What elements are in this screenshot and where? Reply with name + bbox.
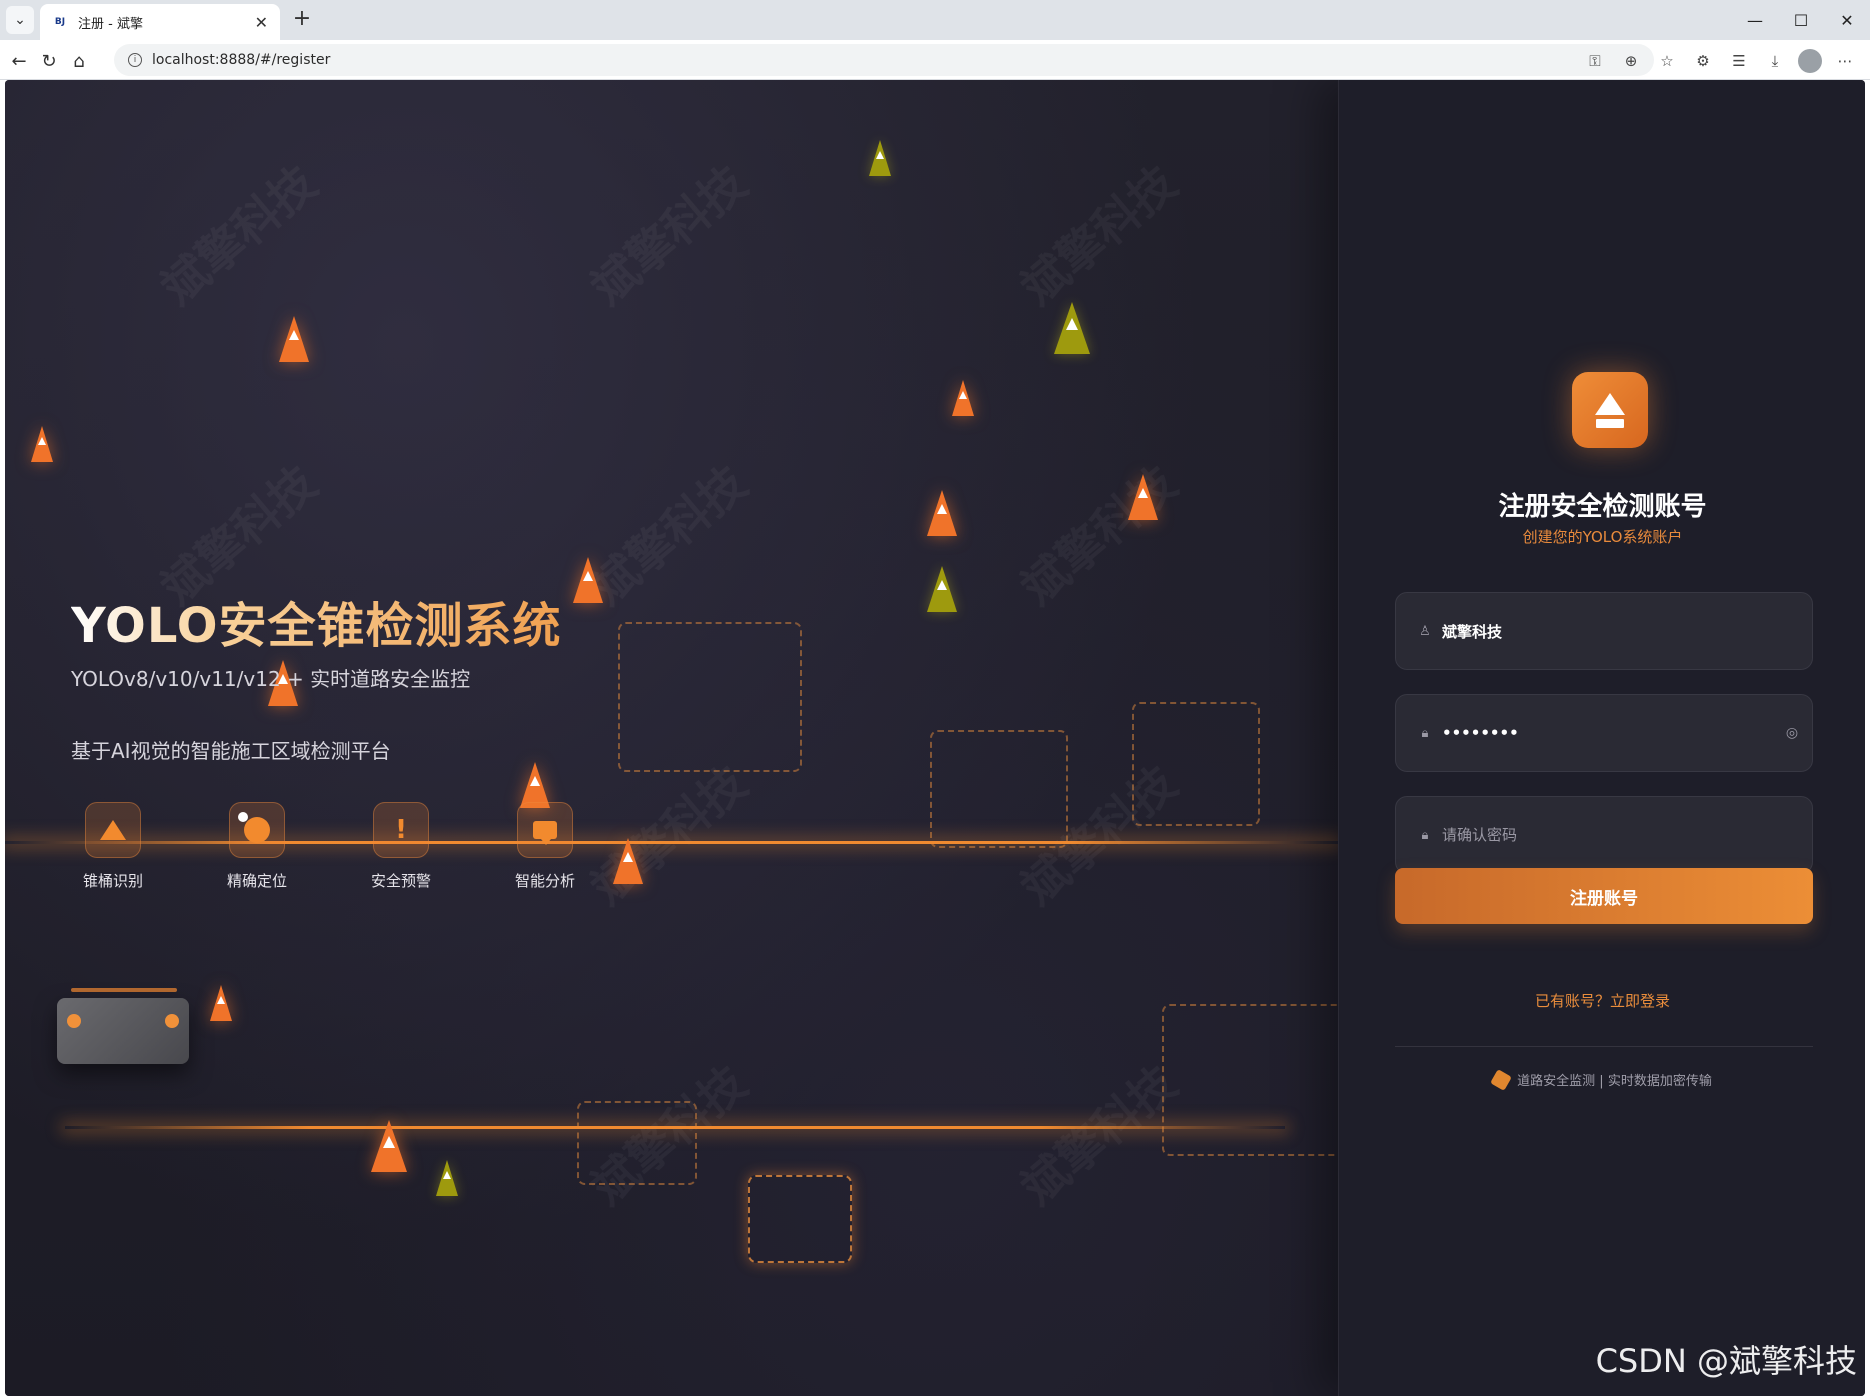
new-tab-button[interactable]: + bbox=[290, 8, 314, 32]
username-field[interactable]: ♙ bbox=[1395, 592, 1813, 670]
chat-icon bbox=[517, 802, 573, 858]
browser-actions: ⚿ ⊕ ☆ ⚙ ☰ ⤓ ⋯ bbox=[1582, 48, 1858, 74]
confirm-password-input[interactable] bbox=[1442, 826, 1812, 844]
detection-box bbox=[1132, 702, 1260, 826]
hero-section: 斌擎科技 斌擎科技 斌擎科技 斌擎科技 斌擎科技 斌擎科技 斌擎科技 斌擎科技 … bbox=[5, 80, 1338, 1396]
feature-precise-location: 精确定位 bbox=[227, 802, 288, 891]
extensions-icon[interactable]: ⚙ bbox=[1690, 48, 1716, 74]
more-menu-icon[interactable]: ⋯ bbox=[1832, 48, 1858, 74]
favicon-icon: BJ bbox=[54, 17, 66, 27]
watermark-text: 斌擎科技 bbox=[1005, 449, 1188, 618]
vehicle-light bbox=[67, 1014, 81, 1028]
feature-cone-recognition: 锥桶识别 bbox=[83, 802, 144, 891]
eye-off-icon[interactable]: ◎ bbox=[1772, 725, 1812, 741]
feature-label: 智能分析 bbox=[515, 872, 576, 890]
browser-tab-bar: ⌄ BJ 注册 - 斌擎 ✕ + — ☐ ✕ bbox=[0, 0, 1870, 40]
cone-icon bbox=[927, 490, 957, 536]
detection-box bbox=[930, 730, 1068, 848]
cone-icon bbox=[1128, 474, 1158, 520]
scan-line bbox=[65, 1126, 1285, 1129]
cone-icon bbox=[613, 838, 643, 884]
lock-icon: 🔒︎ bbox=[1421, 725, 1429, 741]
cone-icon bbox=[210, 985, 232, 1021]
vehicle-antenna bbox=[71, 988, 177, 992]
cone-icon bbox=[927, 566, 957, 612]
favorite-star-icon[interactable]: ☆ bbox=[1654, 48, 1680, 74]
cone-icon bbox=[31, 426, 53, 462]
password-input[interactable] bbox=[1442, 724, 1772, 742]
password-field[interactable]: 🔒︎ ◎ bbox=[1395, 694, 1813, 772]
footer-note: 道路安全监测 | 实时数据加密传输 bbox=[1339, 1068, 1865, 1091]
register-button[interactable]: 注册账号 bbox=[1395, 868, 1813, 924]
cone-icon bbox=[952, 380, 974, 416]
browser-tab[interactable]: BJ 注册 - 斌擎 ✕ bbox=[40, 4, 280, 40]
footer-note-text: 道路安全监测 | 实时数据加密传输 bbox=[1517, 1074, 1712, 1089]
close-window-icon[interactable]: ✕ bbox=[1824, 0, 1870, 40]
cone-icon bbox=[869, 140, 891, 176]
register-subtitle: 创建您的YOLO系统账户 bbox=[1522, 528, 1683, 546]
watermark-text: 斌擎科技 bbox=[1005, 149, 1188, 318]
feature-safety-alert: ! 安全预警 bbox=[371, 802, 432, 891]
download-icon[interactable]: ⤓ bbox=[1762, 48, 1788, 74]
csdn-watermark: CSDN @斌擎科技 bbox=[1595, 1342, 1857, 1380]
favorites-list-icon[interactable]: ☰ bbox=[1726, 48, 1752, 74]
profile-avatar[interactable] bbox=[1798, 49, 1822, 73]
home-icon[interactable]: ⌂ bbox=[66, 48, 92, 74]
feature-list: 锥桶识别 精确定位 ! 安全预警 智能分析 bbox=[83, 802, 576, 891]
watermark-text: 斌擎科技 bbox=[575, 149, 758, 318]
detection-box bbox=[577, 1101, 697, 1185]
vehicle-graphic bbox=[57, 998, 189, 1064]
warning-icon: ! bbox=[373, 802, 429, 858]
url-text: localhost:8888/#/register bbox=[152, 52, 331, 68]
vehicle-light bbox=[165, 1014, 179, 1028]
location-dot-icon bbox=[229, 802, 285, 858]
detection-box bbox=[618, 622, 802, 772]
cone-icon bbox=[436, 1160, 458, 1196]
username-input[interactable] bbox=[1442, 622, 1812, 640]
site-info-icon[interactable]: i bbox=[128, 53, 142, 67]
address-bar: ← ↻ ⌂ i localhost:8888/#/register ⚿ ⊕ ☆ … bbox=[0, 40, 1870, 80]
reload-icon[interactable]: ↻ bbox=[36, 48, 62, 74]
user-icon: ♙ bbox=[1419, 623, 1431, 639]
key-icon[interactable]: ⚿ bbox=[1582, 48, 1608, 74]
detection-box bbox=[748, 1175, 852, 1263]
watermark-text: 斌擎科技 bbox=[575, 749, 758, 918]
hero-description: 基于AI视觉的智能施工区域检测平台 bbox=[71, 739, 391, 763]
back-icon[interactable]: ← bbox=[6, 48, 32, 74]
cone-icon bbox=[1054, 302, 1090, 354]
feature-label: 精确定位 bbox=[227, 872, 288, 890]
cube-icon bbox=[1490, 1068, 1513, 1091]
feature-label: 安全预警 bbox=[371, 872, 432, 890]
watermark-text: 斌擎科技 bbox=[145, 149, 328, 318]
tab-list-button[interactable]: ⌄ bbox=[6, 6, 34, 34]
feature-smart-analysis: 智能分析 bbox=[515, 802, 576, 891]
feature-label: 锥桶识别 bbox=[83, 872, 144, 890]
confirm-password-field[interactable]: 🔒︎ bbox=[1395, 796, 1813, 874]
cone-icon bbox=[279, 316, 309, 362]
register-title: 注册安全检测账号 bbox=[1498, 492, 1707, 522]
url-field[interactable]: i localhost:8888/#/register bbox=[114, 44, 1654, 76]
logo-cone-icon bbox=[1572, 372, 1648, 448]
minimize-icon[interactable]: — bbox=[1732, 0, 1778, 40]
lock-icon: 🔒︎ bbox=[1421, 827, 1429, 843]
login-link[interactable]: 已有账号？立即登录 bbox=[1339, 990, 1865, 1011]
divider bbox=[1395, 1046, 1813, 1047]
cone-icon bbox=[85, 802, 141, 858]
tab-title: 注册 - 斌擎 bbox=[78, 16, 143, 32]
maximize-icon[interactable]: ☐ bbox=[1778, 0, 1824, 40]
cone-icon bbox=[573, 557, 603, 603]
page-viewport: 斌擎科技 斌擎科技 斌擎科技 斌擎科技 斌擎科技 斌擎科技 斌擎科技 斌擎科技 … bbox=[5, 80, 1865, 1396]
hero-title: YOLO安全锥检测系统 bbox=[71, 586, 562, 656]
zoom-icon[interactable]: ⊕ bbox=[1618, 48, 1644, 74]
window-controls: — ☐ ✕ bbox=[1732, 0, 1870, 40]
detection-box bbox=[1162, 1004, 1338, 1156]
close-tab-icon[interactable]: ✕ bbox=[255, 13, 268, 32]
register-panel: 注册安全检测账号 创建您的YOLO系统账户 ♙ 🔒︎ ◎ 🔒︎ 注册账号 已有账… bbox=[1338, 80, 1865, 1396]
hero-subtitle: YOLOv8/v10/v11/v12 + 实时道路安全监控 bbox=[71, 667, 471, 691]
cone-icon bbox=[371, 1120, 407, 1172]
